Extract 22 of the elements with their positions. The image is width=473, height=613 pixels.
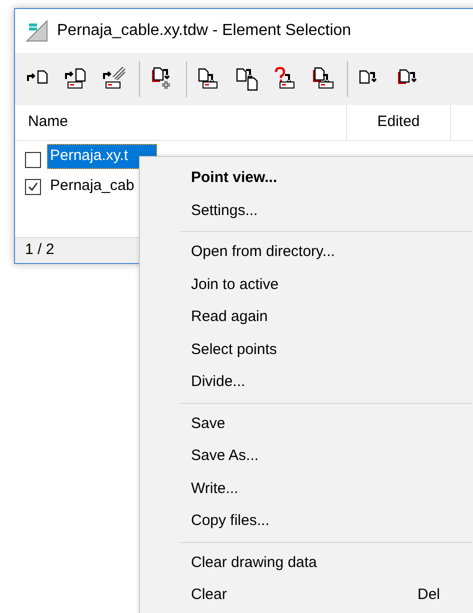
file-name[interactable]: Pernaja_cab bbox=[47, 175, 138, 198]
menu-item[interactable]: Save bbox=[144, 408, 473, 440]
menu-item[interactable]: Clear Del bbox=[144, 579, 473, 612]
window-title: Pernaja_cable.xy.tdw - Element Selection bbox=[57, 21, 352, 41]
column-header[interactable]: Edited bbox=[347, 105, 451, 140]
menu-item[interactable]: Point view... bbox=[144, 162, 473, 194]
checkmark-icon bbox=[27, 180, 39, 192]
menu-item[interactable]: Read again bbox=[144, 301, 473, 334]
menu-item[interactable]: Save As... bbox=[144, 440, 473, 472]
menu-item[interactable]: Select points bbox=[144, 334, 473, 366]
app-logo-icon bbox=[25, 19, 49, 43]
menu-item[interactable]: Divide... bbox=[144, 366, 473, 398]
menu-item[interactable]: Open from directory... bbox=[144, 236, 473, 268]
checkbox[interactable] bbox=[25, 178, 41, 194]
column-header[interactable]: Name bbox=[15, 105, 347, 140]
menu-item[interactable]: Write... bbox=[144, 472, 473, 505]
menu-item[interactable]: Copy files... bbox=[144, 505, 473, 538]
menu-item[interactable]: Clear drawing data bbox=[144, 546, 473, 579]
file-name[interactable]: Pernaja.xy.t bbox=[50, 147, 128, 164]
menu-item[interactable]: Join to active bbox=[144, 268, 473, 301]
checkbox[interactable] bbox=[25, 152, 41, 168]
menu-item[interactable]: Settings... bbox=[144, 194, 473, 227]
